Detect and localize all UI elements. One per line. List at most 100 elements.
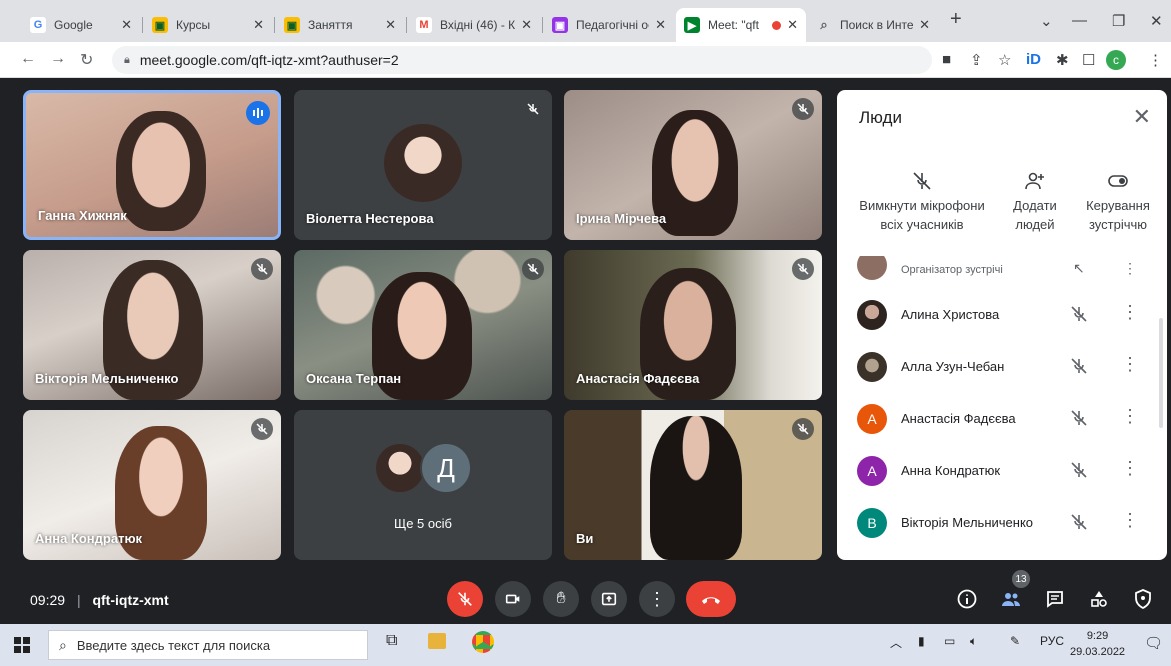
more-options-icon[interactable]: ⋮ xyxy=(1121,458,1139,479)
bookmark-star-icon[interactable]: ☆ xyxy=(998,51,1011,69)
more-options-button[interactable]: ⋮ xyxy=(639,581,675,617)
tab-search-icon[interactable]: ⌄ xyxy=(1040,12,1053,30)
extension-id-icon[interactable]: iD xyxy=(1026,51,1041,68)
menu-kebab-icon[interactable]: ⋮ xyxy=(1148,51,1163,69)
video-tile[interactable]: Вікторія Мельниченко xyxy=(23,250,281,400)
list-item[interactable]: А Анастасія Фадєєва ⋮ xyxy=(837,394,1167,446)
file-explorer-icon[interactable] xyxy=(428,633,446,649)
restore-button[interactable]: ❐ xyxy=(1112,12,1125,30)
camera-toggle-button[interactable] xyxy=(495,581,531,617)
tray-usb-icon[interactable]: ▮ xyxy=(918,634,925,648)
volume-icon[interactable]: 🔈︎ xyxy=(970,634,977,649)
info-icon[interactable] xyxy=(956,588,978,610)
camera-indicator-icon[interactable]: ■ xyxy=(942,51,951,68)
back-icon[interactable]: ← xyxy=(20,50,36,68)
video-tile[interactable]: Ганна Хижняк xyxy=(23,90,281,240)
address-bar: ← → ↻ 🔒︎ meet.google.com/qft-iqtz-xmt?au… xyxy=(0,42,1171,78)
participant-count-badge: 13 xyxy=(1012,570,1030,588)
url-field[interactable]: 🔒︎ meet.google.com/qft-iqtz-xmt?authuser… xyxy=(112,46,932,74)
tab-meet[interactable]: ▶ Meet: "qft ✕ xyxy=(676,8,806,42)
tab-classes[interactable]: ▣ Заняття ✕ xyxy=(276,8,404,42)
mic-off-icon xyxy=(1071,306,1087,322)
minimize-button[interactable]: — xyxy=(1072,12,1087,29)
host-controls-icon[interactable] xyxy=(1132,588,1154,610)
person-name: Вікторія Мельниченко xyxy=(901,515,1034,530)
more-icon[interactable]: ⋮ xyxy=(1123,260,1137,277)
video-tile-self[interactable]: Ви xyxy=(564,410,822,560)
more-options-icon[interactable]: ⋮ xyxy=(1121,406,1139,427)
list-item[interactable]: В Вікторія Мельниченко ⋮ xyxy=(837,498,1167,550)
tab-title: Курсы xyxy=(176,18,211,32)
tab-title: Педагогічні ос xyxy=(576,18,650,32)
side-panel-icon[interactable]: ☐ xyxy=(1082,51,1095,69)
video-tile[interactable]: Анастасія Фадєєва xyxy=(564,250,822,400)
language-indicator[interactable]: РУС xyxy=(1040,634,1064,648)
tab-gmail[interactable]: M Вхідні (46) - Ка ✕ xyxy=(408,8,540,42)
chat-icon[interactable] xyxy=(1044,588,1066,610)
forward-icon[interactable]: → xyxy=(50,50,66,68)
windows-start-icon[interactable] xyxy=(14,637,30,653)
chrome-icon[interactable] xyxy=(472,631,494,653)
mic-off-icon xyxy=(792,98,814,120)
close-icon[interactable]: ✕ xyxy=(521,17,532,33)
list-item[interactable]: Алина Христова ⋮ xyxy=(837,290,1167,342)
video-tile[interactable]: Оксана Терпан xyxy=(294,250,552,400)
raise-hand-button[interactable]: ✋︎ xyxy=(543,581,579,617)
present-button[interactable] xyxy=(591,581,627,617)
tab-search[interactable]: ⌕ Поиск в Интер ✕ xyxy=(808,8,938,42)
profile-avatar[interactable]: c xyxy=(1106,50,1126,70)
person-name: Анна Кондратюк xyxy=(901,463,1001,478)
participant-name: Анастасія Фадєєва xyxy=(576,371,700,386)
close-icon[interactable]: ✕ xyxy=(385,17,396,33)
mic-toggle-button[interactable] xyxy=(447,581,483,617)
leave-call-button[interactable] xyxy=(686,581,736,617)
task-view-icon[interactable]: ⧉ xyxy=(386,632,397,650)
extensions-puzzle-icon[interactable]: ✱ xyxy=(1056,51,1069,69)
tab-courses[interactable]: ▣ Курсы ✕ xyxy=(144,8,272,42)
close-window-button[interactable]: ✕ xyxy=(1150,12,1163,30)
list-item[interactable]: Алла Узун-Чебан ⋮ xyxy=(837,342,1167,394)
close-icon[interactable]: ✕ xyxy=(121,17,132,33)
activities-icon[interactable] xyxy=(1088,588,1110,610)
video-tile[interactable]: Віолетта Нестерова xyxy=(294,90,552,240)
close-icon[interactable]: ✕ xyxy=(253,17,264,33)
gmail-icon: M xyxy=(416,17,432,33)
hang-up-icon xyxy=(702,597,720,604)
mute-all-button[interactable]: Вимкнути мікрофони всіх учасників xyxy=(847,170,997,234)
tab-pedagogy[interactable]: ▣ Педагогічні ос ✕ xyxy=(544,8,674,42)
more-options-icon[interactable]: ⋮ xyxy=(1121,510,1139,531)
panel-scrollbar[interactable] xyxy=(1159,318,1163,428)
notifications-icon[interactable]: 🗨︎ xyxy=(1144,634,1163,652)
more-options-icon[interactable]: ⋮ xyxy=(1121,354,1139,375)
new-tab-button[interactable]: + xyxy=(950,8,962,31)
mic-off-icon xyxy=(251,258,273,280)
host-controls-button[interactable]: Керування зустріччю xyxy=(1075,170,1161,234)
tray-expand-icon[interactable]: ︿ xyxy=(890,634,902,651)
video-tile[interactable]: Анна Кондратюк xyxy=(23,410,281,560)
add-people-button[interactable]: Додати людей xyxy=(999,170,1071,234)
meeting-control-bar: 09:29 | qft-iqtz-xmt ✋︎ ⋮ 13 xyxy=(0,570,1171,624)
more-participants-label: Ще 5 осіб xyxy=(394,516,452,531)
taskbar-clock[interactable]: 9:29 29.03.2022 xyxy=(1070,628,1125,660)
lock-icon: 🔒︎ xyxy=(124,53,130,66)
participant-avatar xyxy=(384,124,462,202)
close-icon[interactable]: ✕ xyxy=(655,17,666,33)
tab-google[interactable]: G Google ✕ xyxy=(22,8,140,42)
reload-icon[interactable]: ↻ xyxy=(80,50,93,70)
participant-name: Ірина Мірчева xyxy=(576,211,667,226)
more-options-icon[interactable]: ⋮ xyxy=(1121,302,1139,323)
video-tile[interactable]: Ірина Мірчева xyxy=(564,90,822,240)
taskbar-search-input[interactable]: ⌕ Введите здесь текст для поиска xyxy=(48,630,368,660)
list-item[interactable]: А Анна Кондратюк ⋮ xyxy=(837,446,1167,498)
camera-icon xyxy=(505,594,520,604)
close-panel-button[interactable]: ✕ xyxy=(1133,104,1151,130)
more-participants-tile[interactable]: Д Ще 5 осіб xyxy=(294,410,552,560)
windows-taskbar: ⌕ Введите здесь текст для поиска ⧉ ︿ ▮ ▭… xyxy=(0,624,1171,666)
pin-icon[interactable]: ↖ xyxy=(1073,260,1085,277)
battery-icon[interactable]: ▭ xyxy=(944,634,955,648)
pen-icon[interactable]: ✎ xyxy=(1010,634,1020,648)
share-icon[interactable]: ⇪ xyxy=(970,51,983,69)
close-icon[interactable]: ✕ xyxy=(919,17,930,33)
tab-title: Заняття xyxy=(308,18,353,32)
close-icon[interactable]: ✕ xyxy=(787,17,798,33)
